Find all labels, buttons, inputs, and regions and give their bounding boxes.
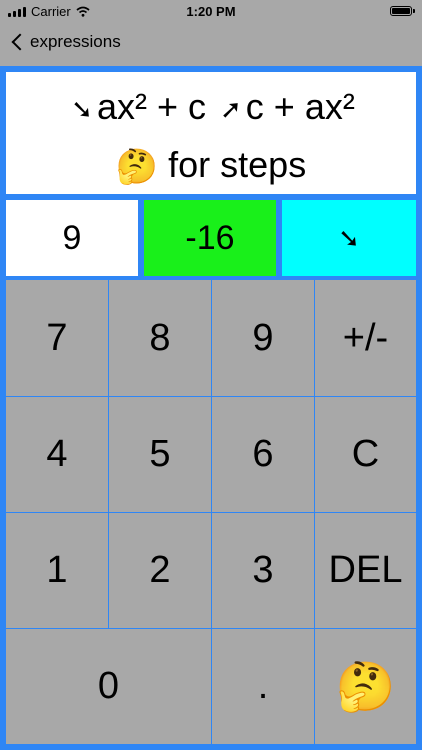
back-button[interactable]: expressions	[10, 32, 121, 52]
expression-left: ax² + c	[96, 86, 206, 127]
coefficient-row: 9 -16 ➘	[6, 200, 416, 276]
calculator-panel: ➘ ax² + c ➚ c + ax² 🤔 for steps 9 -16 ➘ 7 8…	[0, 66, 422, 750]
status-bar: Carrier 1:20 PM	[0, 0, 422, 22]
key-1[interactable]: 1	[6, 513, 108, 628]
clock: 1:20 PM	[186, 4, 236, 19]
battery-icon	[390, 6, 415, 16]
expression-header: ➘ ax² + c ➚ c + ax² 🤔 for steps	[6, 72, 416, 194]
c-value: -16	[185, 218, 235, 257]
grid-divider	[6, 628, 416, 629]
keypad: 7 8 9 +/- 4 5 6 C 1 2 3 DEL 0 . 🤔	[6, 280, 416, 744]
clear-button[interactable]: C	[315, 397, 416, 512]
key-6[interactable]: 6	[212, 397, 314, 512]
key-3[interactable]: 3	[212, 513, 314, 628]
key-4[interactable]: 4	[6, 397, 108, 512]
key-9[interactable]: 9	[212, 280, 314, 396]
navigation-bar: expressions	[0, 22, 422, 66]
key-7[interactable]: 7	[6, 280, 108, 396]
thinking-face-icon: 🤔	[115, 148, 159, 187]
c-value-field[interactable]: -16	[144, 200, 276, 276]
steps-hint: 🤔 for steps	[6, 144, 416, 187]
key-5[interactable]: 5	[109, 397, 211, 512]
grid-divider	[6, 396, 416, 397]
key-8[interactable]: 8	[109, 280, 211, 396]
arrow-up-right-icon: ➚	[220, 93, 242, 124]
expression-right: c + ax²	[245, 86, 355, 127]
sign-toggle-button[interactable]: +/-	[315, 280, 416, 396]
key-2[interactable]: 2	[109, 513, 211, 628]
decimal-button[interactable]: .	[212, 629, 314, 744]
steps-label: for steps	[168, 144, 307, 185]
chevron-left-icon	[11, 33, 29, 51]
direction-toggle-button[interactable]: ➘	[282, 200, 416, 276]
grid-divider	[108, 280, 109, 629]
grid-divider	[6, 512, 416, 513]
expression-line: ➘ ax² + c ➚ c + ax²	[6, 86, 416, 128]
back-label: expressions	[30, 32, 121, 51]
show-steps-button[interactable]: 🤔	[315, 629, 416, 744]
arrow-down-right-icon: ➘	[71, 93, 93, 124]
arrow-down-right-icon: ➘	[338, 222, 360, 253]
key-0[interactable]: 0	[6, 629, 211, 744]
a-value: 9	[62, 218, 82, 257]
delete-button[interactable]: DEL	[315, 513, 416, 628]
a-value-field[interactable]: 9	[6, 200, 138, 276]
